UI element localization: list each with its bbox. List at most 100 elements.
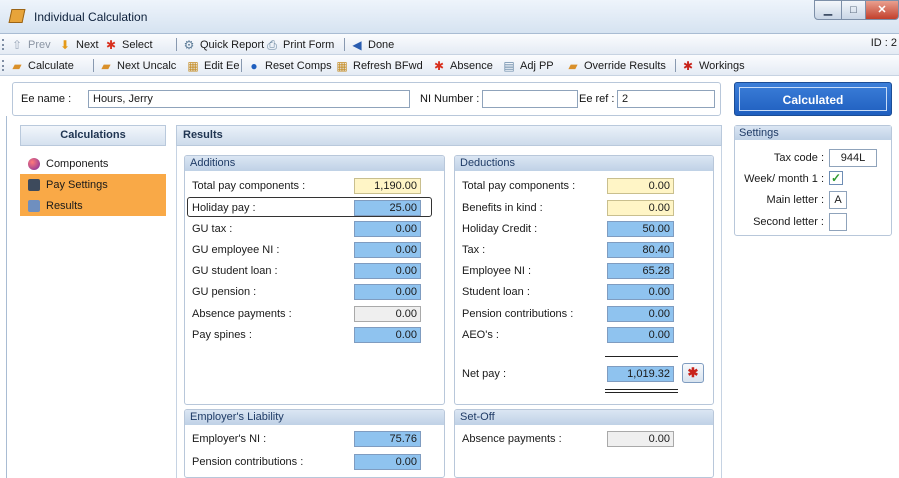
ni-number-field[interactable] — [482, 90, 578, 108]
pension-contributions-value[interactable]: 0.00 — [607, 306, 674, 322]
deductions-row: Benefits in kind : 0.00 — [455, 199, 713, 217]
additions-row: GU employee NI : 0.00 — [185, 241, 444, 259]
week-month-checkbox[interactable]: ✓ — [829, 171, 843, 185]
calculations-header: Calculations — [20, 125, 166, 146]
net-pay-value[interactable]: 1,019.32 — [607, 366, 674, 382]
title-bar: Individual Calculation ▁ □ ✕ — [0, 0, 899, 34]
calculator-next-icon: ▰ — [101, 59, 111, 73]
settings-panel: Settings Tax code : 944L Week/ month 1 :… — [734, 125, 892, 236]
net-pay-double-rule — [605, 392, 678, 393]
workings-button[interactable]: ✱ Workings — [681, 58, 745, 74]
prev-button[interactable]: ⇧ Prev — [10, 37, 51, 53]
edit-ee-button[interactable]: ▦ Edit Ee — [186, 58, 239, 74]
close-button[interactable]: ✕ — [865, 0, 899, 20]
people-icon: ▦ — [187, 59, 199, 73]
up-arrow-icon: ⇧ — [11, 38, 23, 52]
set-off-title: Set-Off — [455, 410, 713, 425]
refresh-bfwd-button[interactable]: ▦ Refresh BFwd — [335, 58, 422, 74]
gu-student-loan-value[interactable]: 0.00 — [354, 263, 421, 279]
override-icon: ▰ — [568, 59, 578, 73]
override-results-button[interactable]: ▰ Override Results — [566, 58, 666, 74]
employer-pension-contributions-value[interactable]: 0.00 — [354, 454, 421, 470]
employee-header: Ee name : Hours, Jerry NI Number : Ee re… — [12, 82, 721, 116]
report-icon: ⚙ — [183, 38, 195, 52]
ee-name-field[interactable]: Hours, Jerry — [88, 90, 410, 108]
absence-payments-value[interactable]: 0.00 — [354, 306, 421, 322]
toolbar-grip[interactable] — [2, 60, 4, 71]
nav-item-results[interactable]: Results — [20, 195, 166, 216]
print-icon: ⎙ — [267, 38, 277, 52]
exit-icon: ◀ — [352, 38, 362, 52]
maximize-button[interactable]: □ — [841, 0, 866, 20]
deductions-row: Pension contributions : 0.00 — [455, 305, 713, 323]
app-icon — [8, 9, 26, 23]
record-id: ID : 2 — [870, 37, 897, 49]
toolbar-separator — [241, 59, 242, 72]
net-pay-label: Net pay : — [462, 368, 507, 380]
deduction-total-pay-components-value[interactable]: 0.00 — [607, 178, 674, 194]
employers-liability-title: Employer's Liability — [185, 410, 444, 425]
actions-toolbar: ▰ Calculate ▰ Next Uncalc ▦ Edit Ee ● Re… — [0, 55, 899, 76]
done-button[interactable]: ◀ Done — [350, 37, 394, 53]
employers-ni-value[interactable]: 75.76 — [354, 431, 421, 447]
main-letter-field[interactable]: A — [829, 191, 847, 209]
employers-liability-group: Employer's Liability Employer's NI : 75.… — [184, 409, 445, 478]
nav-item-components[interactable]: Components — [20, 153, 166, 174]
components-icon — [28, 157, 40, 170]
holiday-credit-value[interactable]: 50.00 — [607, 221, 674, 237]
toolbar-grip[interactable] — [2, 39, 4, 50]
print-form-button[interactable]: ⎙ Print Form — [265, 37, 334, 53]
ni-number-label: NI Number : — [420, 93, 480, 105]
results-icon — [28, 199, 40, 212]
next-button[interactable]: ⬇ Next — [58, 37, 99, 53]
pay-spines-value[interactable]: 0.00 — [354, 327, 421, 343]
deductions-row: Total pay components : 0.00 — [455, 177, 713, 195]
navigation-toolbar: ⇧ Prev ⬇ Next ✱ Select ⚙ Quick Report ⎙ … — [0, 34, 899, 55]
ee-ref-field[interactable]: 2 — [617, 90, 715, 108]
deductions-title: Deductions — [455, 156, 713, 171]
gu-tax-value[interactable]: 0.00 — [354, 221, 421, 237]
gu-pension-value[interactable]: 0.00 — [354, 284, 421, 300]
tax-code-field[interactable]: 944L — [829, 149, 877, 167]
student-loan-value[interactable]: 0.00 — [607, 284, 674, 300]
minimize-button[interactable]: ▁ — [814, 0, 842, 20]
net-pay-double-rule — [605, 389, 678, 390]
nav-item-pay-settings[interactable]: Pay Settings — [20, 174, 166, 195]
check-icon: ✓ — [830, 171, 842, 185]
additions-group: Additions Total pay components : 1,190.0… — [184, 155, 445, 405]
employee-ni-value[interactable]: 65.28 — [607, 263, 674, 279]
calculate-button[interactable]: ▰ Calculate — [10, 58, 73, 74]
workings-icon: ✱ — [687, 365, 699, 380]
net-pay-workings-button[interactable]: ✱ — [682, 363, 704, 383]
select-button[interactable]: ✱ Select — [104, 37, 153, 53]
results-header: Results — [176, 125, 722, 146]
toolbar-separator — [93, 59, 94, 72]
workings-icon: ✱ — [682, 59, 694, 73]
toolbar-separator — [176, 38, 177, 51]
second-letter-field[interactable] — [829, 213, 847, 231]
gu-employee-ni-value[interactable]: 0.00 — [354, 242, 421, 258]
absence-button[interactable]: ✱ Absence — [432, 58, 493, 74]
set-off-group: Set-Off Absence payments : 0.00 — [454, 409, 714, 478]
adj-pp-button[interactable]: ▤ Adj PP — [502, 58, 553, 74]
settings-title: Settings — [735, 126, 891, 140]
select-person-icon: ✱ — [105, 38, 117, 52]
deductions-row: Employee NI : 65.28 — [455, 262, 713, 280]
quick-report-button[interactable]: ⚙ Quick Report — [182, 37, 265, 53]
tax-value[interactable]: 80.40 — [607, 242, 674, 258]
set-off-absence-payments-value[interactable]: 0.00 — [607, 431, 674, 447]
total-pay-components-value[interactable]: 1,190.00 — [354, 178, 421, 194]
net-pay-row: Net pay : 1,019.32 — [455, 365, 713, 383]
ee-ref-label: Ee ref : — [579, 93, 615, 105]
reset-comps-button[interactable]: ● Reset Comps — [247, 58, 331, 74]
calculated-status-button[interactable]: Calculated — [734, 82, 892, 116]
main-letter-label: Main letter : — [766, 194, 824, 206]
down-arrow-icon: ⬇ — [59, 38, 71, 52]
benefits-in-kind-value[interactable]: 0.00 — [607, 200, 674, 216]
next-uncalc-button[interactable]: ▰ Next Uncalc — [99, 58, 176, 74]
aeos-value[interactable]: 0.00 — [607, 327, 674, 343]
employers-liability-row: Pension contributions : 0.00 — [185, 453, 444, 471]
holiday-pay-focus-outline — [187, 197, 432, 217]
second-letter-label: Second letter : — [753, 216, 824, 228]
additions-row: GU pension : 0.00 — [185, 283, 444, 301]
